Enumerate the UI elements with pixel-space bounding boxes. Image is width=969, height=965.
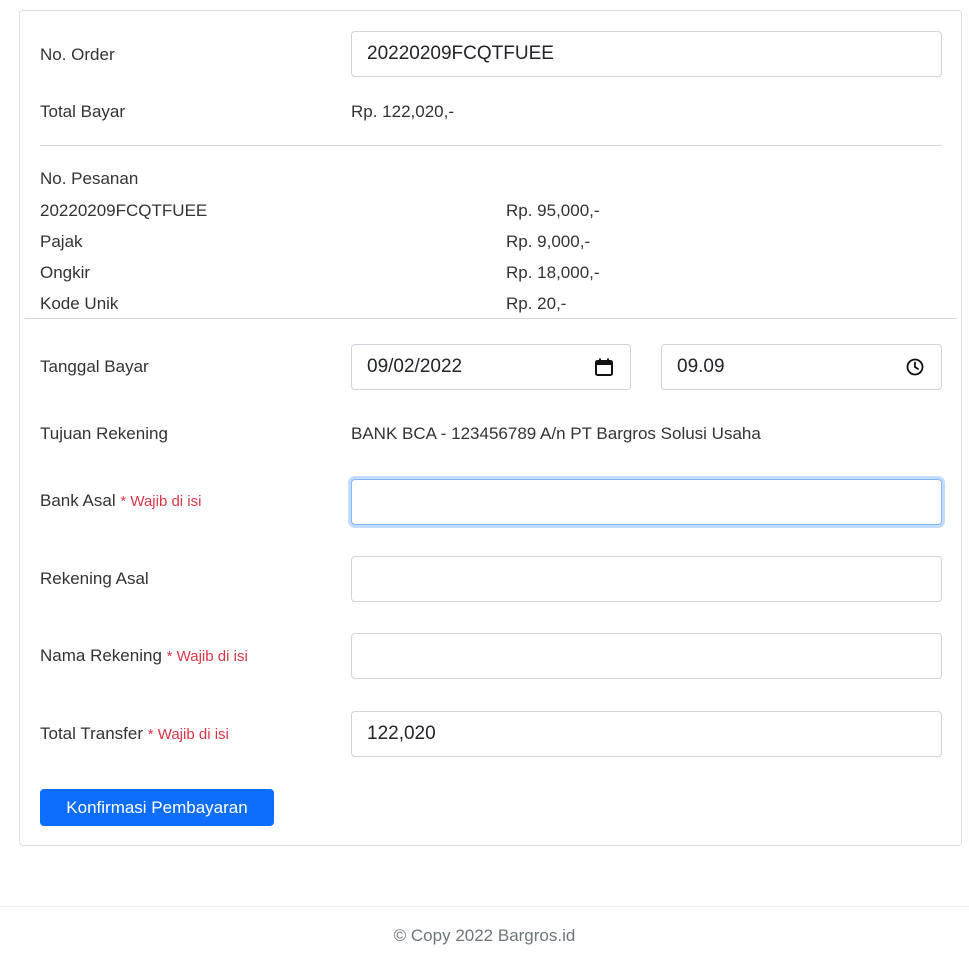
tanggal-bayar-label: Tanggal Bayar [40,357,149,376]
konfirmasi-pembayaran-button[interactable]: Konfirmasi Pembayaran [40,789,274,826]
total-bayar-value: Rp. 122,020,- [351,102,455,121]
payment-confirmation-card: No. Order 20220209FCQTFUEE Total Bayar R… [19,10,962,846]
nama-rekening-input[interactable] [351,633,942,679]
summary-row-value: Rp. 9,000,- [506,232,591,251]
summary-row-value: Rp. 18,000,- [506,263,600,282]
summary-row-label: 20220209FCQTFUEE [40,201,208,220]
time-value: 09.09 [677,356,725,377]
required-note: * Wajib di isi [166,648,248,665]
rekening-asal-input[interactable] [351,556,942,602]
summary-row-value: Rp. 20,- [506,294,567,313]
summary-row-label: Ongkir [40,263,91,282]
no-order-label: No. Order [40,45,115,64]
tujuan-rekening-label: Tujuan Rekening [40,424,168,443]
no-order-input[interactable]: 20220209FCQTFUEE [351,31,942,77]
required-note: * Wajib di isi [120,493,202,510]
footer-copyright: © Copy 2022 Bargros.id [0,906,969,964]
date-value: 09/02/2022 [367,356,463,377]
summary-row-label: Pajak [40,232,83,251]
nama-rekening-label: Nama Rekening * Wajib di isi [40,645,248,668]
date-input[interactable]: 09/02/2022 [351,344,631,390]
tujuan-rekening-value: BANK BCA - 123456789 A/n PT Bargros Solu… [351,424,761,443]
divider [25,318,957,319]
divider [40,145,942,146]
bank-asal-text: Bank Asal [40,491,116,510]
no-pesanan-label: No. Pesanan [40,169,139,188]
time-input[interactable]: 09.09 [661,344,942,390]
summary-row-value: Rp. 95,000,- [506,201,600,220]
total-transfer-input[interactable]: 122,020 [351,711,942,757]
nama-rekening-text: Nama Rekening [40,646,162,665]
summary-row-label: Kode Unik [40,294,119,313]
clock-icon[interactable] [905,357,925,377]
total-bayar-label: Total Bayar [40,102,126,121]
bank-asal-label: Bank Asal * Wajib di isi [40,490,201,513]
rekening-asal-label: Rekening Asal [40,569,149,588]
total-transfer-text: Total Transfer [40,724,143,743]
calendar-icon[interactable] [594,357,614,377]
required-note: * Wajib di isi [147,726,229,743]
bank-asal-input[interactable] [351,479,942,525]
total-transfer-label: Total Transfer * Wajib di isi [40,723,229,746]
